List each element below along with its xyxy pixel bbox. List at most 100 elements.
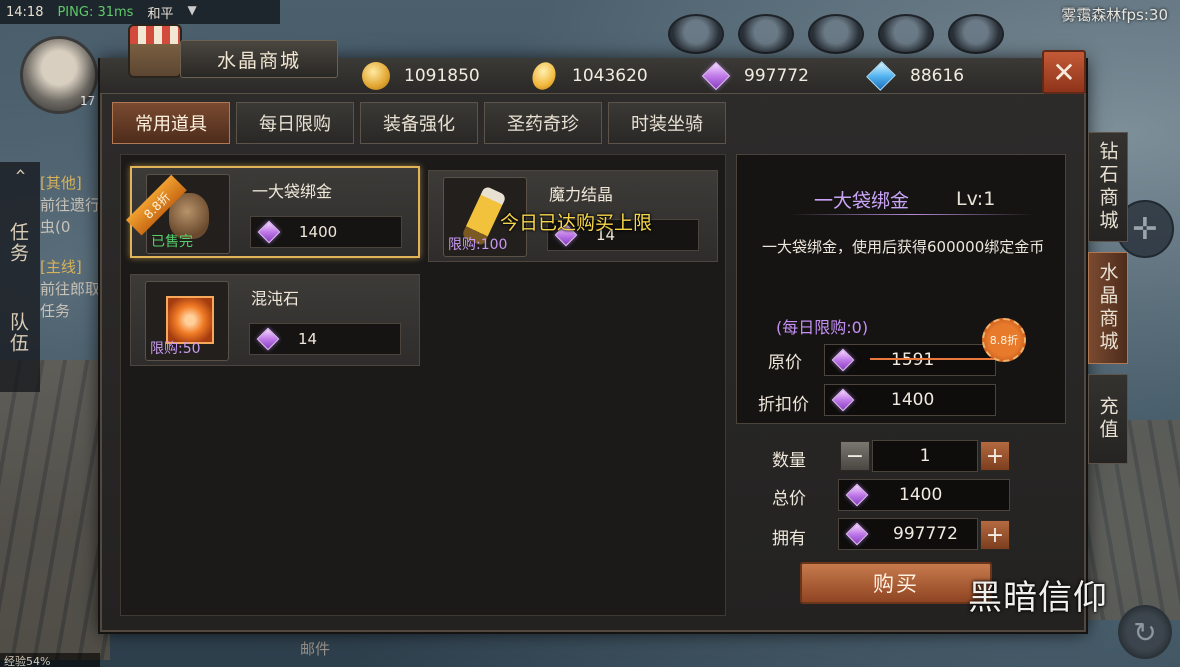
item-name: 魔力结晶 [549,185,614,204]
quantity-input[interactable]: 1 [872,440,978,472]
currency-bound-gold: 1091850 [362,62,480,90]
total-label: 总价 [772,489,806,509]
owned-label: 拥有 [772,529,806,549]
price-value: 1400 [299,223,338,241]
menu-icon-4[interactable] [878,14,934,54]
quest-tag: [其他] [40,174,82,192]
quantity-label: 数量 [772,451,806,471]
tab-fashion-mounts[interactable]: 时装坐骑 [608,102,726,144]
total-price-value: 1400 [899,485,943,505]
menu-icon-3[interactable] [808,14,864,54]
bound-gold-icon [362,62,390,90]
purple-crystal-icon [701,61,731,91]
original-price-label: 原价 [768,353,802,373]
detail-item-name: 一大袋绑金 [814,190,910,212]
item-price: 14 [249,323,401,355]
pk-mode[interactable]: 和平 [147,3,173,22]
hud-tab-task[interactable]: 任务 [2,222,32,264]
sold-out-label: 已售完 [151,234,193,250]
quest-entry-other[interactable]: [其他] 前往遗行虫(0 [40,172,102,238]
purple-crystal-icon [831,348,855,372]
purchase-limit-label: 限购:50 [150,341,201,357]
currency-value: 1091850 [404,66,480,86]
status-bar: 14:18 PING: 31ms 和平 ▼ [0,0,280,24]
currency-crystal: 997772 [701,61,809,91]
menu-icon-1[interactable] [668,14,724,54]
category-tabs: 常用道具 每日限购 装备强化 圣药奇珍 时装坐骑 [112,102,726,144]
diamond-wrap [866,61,896,91]
item-name: 一大袋绑金 [252,182,333,201]
chevron-down-icon[interactable]: ▼ [187,3,209,21]
purple-crystal-icon [845,522,869,546]
discount-price-box: 1400 [824,384,996,416]
price-value: 14 [298,330,318,348]
blue-diamond-icon [866,61,896,91]
quest-entry-main[interactable]: [主线] 前往郎取任务 [40,256,102,322]
shop-title: 水晶商城 [180,40,338,78]
owned-value: 997772 [893,524,958,544]
owned-balance-box: 997772 [838,518,978,550]
menu-icon-2[interactable] [738,14,794,54]
gold-icon [528,59,560,93]
ping-indicator: PING: 31ms [57,4,134,20]
currency-gold: 1043620 [528,59,648,93]
discount-badge: 8.8折 [982,318,1026,362]
refresh-icon[interactable]: ↻ [1118,605,1172,659]
chaos-stone-icon [166,296,214,344]
item-thumbnail: 限购:50 [145,281,229,361]
recharge-plus-button[interactable]: + [980,520,1010,550]
purple-crystal-icon [256,327,280,351]
game-logo: 黑暗信仰 [968,578,1108,618]
item-price: 1400 [250,216,402,248]
quantity-decrement-button[interactable]: − [840,441,870,471]
shop-stall-icon [128,24,182,78]
original-price-value: 1591 [891,350,935,370]
player-level: 17 [80,94,96,108]
limit-reached-toast: 今日已达购买上限 [500,212,653,234]
buy-button[interactable]: 购买 [800,562,992,604]
purple-crystal-icon [831,388,855,412]
total-price-box: 1400 [838,479,1010,511]
title-divider [790,214,1034,215]
wooden-deck-left [0,360,110,660]
close-button[interactable]: ✕ [1042,50,1086,94]
hud-tab-team[interactable]: 队伍 [2,312,32,354]
detail-item-level: Lv:1 [956,188,996,210]
shop-item-chaos-stone[interactable]: 限购:50 混沌石 14 [130,274,420,366]
side-tab-diamond-shop[interactable]: 钻石商城 [1088,132,1128,242]
currency-value: 1043620 [572,66,648,86]
discount-price-value: 1400 [891,390,935,410]
detail-description: 一大袋绑金，使用后获得600000绑定金币 [762,238,1045,256]
side-tab-crystal-shop[interactable]: 水晶商城 [1088,252,1128,364]
quantity-increment-button[interactable]: + [980,441,1010,471]
item-name: 混沌石 [251,289,300,308]
quest-text: 前往遗行虫(0 [40,196,101,236]
original-price-box: 1591 [824,344,996,376]
map-name-fps: 雾霭森林fps:30 [1061,6,1168,24]
currency-value: 997772 [744,66,809,86]
purchase-limit-label: 限购:100 [448,237,508,253]
quest-text: 前往郎取任务 [40,280,101,320]
top-menu-icons [668,14,1004,54]
tab-equipment-enhance[interactable]: 装备强化 [360,102,478,144]
side-tab-recharge[interactable]: 充值 [1088,374,1128,464]
clock: 14:18 [6,4,44,20]
quest-tag: [主线] [40,258,82,276]
currency-diamond: 88616 [866,61,965,91]
mail-label[interactable]: 邮件 [300,638,330,659]
collapse-arrow-icon[interactable]: ‹ [2,168,32,178]
tab-potions-treasures[interactable]: 圣药奇珍 [484,102,602,144]
hud-left-sidebar [0,162,40,392]
discount-price-label: 折扣价 [758,395,809,415]
exp-bar: 经验54% [0,653,100,667]
tab-daily-limited[interactable]: 每日限购 [236,102,354,144]
price-strikethrough [870,358,994,360]
tab-common-items[interactable]: 常用道具 [112,102,230,144]
daily-limit-text: (每日限购:0) [776,318,869,337]
crystal-wrap [701,61,731,91]
shop-item-bound-gold-bag[interactable]: 已售完 8.8折 一大袋绑金 1400 [126,166,420,258]
purple-crystal-icon [845,483,869,507]
purple-crystal-icon [257,220,281,244]
menu-icon-5[interactable] [948,14,1004,54]
currency-value: 88616 [910,66,965,86]
